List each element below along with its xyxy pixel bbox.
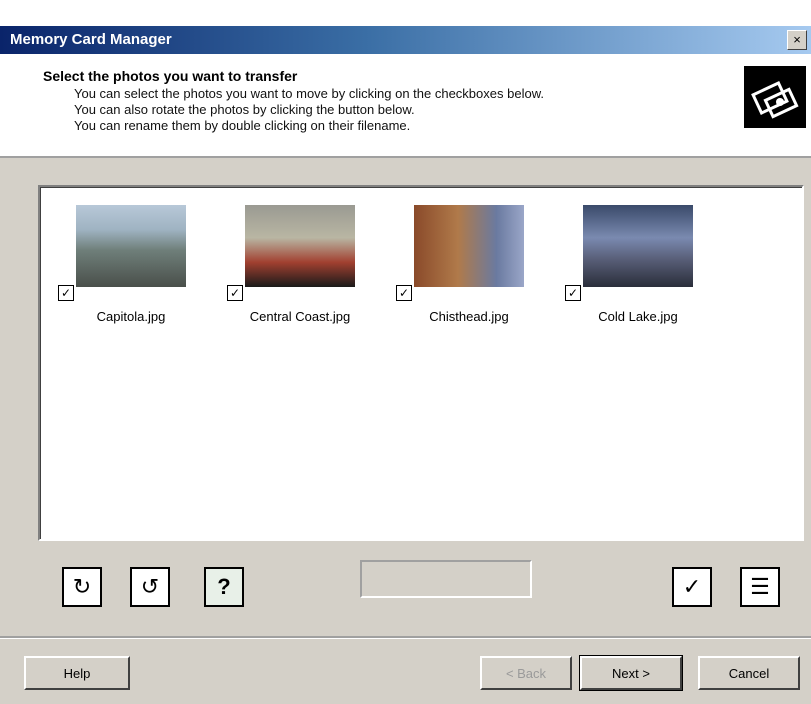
photo-help-button[interactable]: ? (204, 567, 244, 607)
title-bar[interactable]: Memory Card Manager × (0, 26, 811, 54)
rotate-left-button[interactable]: ↺ (130, 567, 170, 607)
header-line-3: You can rename them by double clicking o… (74, 118, 411, 133)
photo-checkbox[interactable]: ✓ (396, 285, 412, 301)
wizard-header: Select the photos you want to transfer Y… (0, 54, 811, 158)
photo-filename[interactable]: Capitola.jpg (46, 309, 216, 324)
rotate-right-button[interactable]: ↻ (62, 567, 102, 607)
window-title: Memory Card Manager (10, 31, 172, 48)
camera-transfer-icon (744, 66, 806, 128)
photo-checkbox[interactable]: ✓ (227, 285, 243, 301)
photo-thumbnail[interactable] (76, 205, 186, 287)
select-all-button[interactable]: ✓ (672, 567, 712, 607)
next-label: Next > (612, 665, 650, 681)
photo-filename[interactable]: Chisthead.jpg (384, 309, 554, 324)
cancel-button[interactable]: Cancel (698, 656, 800, 690)
rotate-left-icon: ↺ (140, 574, 160, 599)
help-button[interactable]: Help (24, 656, 130, 690)
photo-checkbox[interactable]: ✓ (58, 285, 74, 301)
photo-filename[interactable]: Cold Lake.jpg (553, 309, 723, 324)
photo-thumbnail[interactable] (245, 205, 355, 287)
back-button[interactable]: < Back (480, 656, 572, 690)
photo-thumbnail[interactable] (583, 205, 693, 287)
footer-separator (0, 636, 811, 639)
header-line-2: You can also rotate the photos by clicki… (74, 102, 415, 117)
uncheck-all-icon: ☰ (750, 574, 770, 599)
close-button[interactable]: × (787, 30, 807, 50)
back-label: < Back (505, 665, 547, 681)
rotate-right-icon: ↻ (72, 574, 92, 599)
photo-list[interactable]: ✓ Capitola.jpg ✓ Central Coast.jpg ✓ Chi… (38, 185, 804, 541)
select-none-button[interactable]: ☰ (740, 567, 780, 607)
photo-help-icon: ? (217, 574, 231, 599)
next-button[interactable]: Next > (579, 655, 683, 691)
progress-bar (360, 560, 532, 598)
photo-checkbox[interactable]: ✓ (565, 285, 581, 301)
header-line-1: You can select the photos you want to mo… (74, 86, 544, 101)
help-label: Help (63, 665, 91, 681)
header-heading: Select the photos you want to transfer (43, 68, 298, 84)
cancel-label: Cancel (728, 665, 770, 681)
photo-filename[interactable]: Central Coast.jpg (215, 309, 385, 324)
photo-thumbnail[interactable] (414, 205, 524, 287)
check-all-icon: ✓ (682, 574, 702, 599)
